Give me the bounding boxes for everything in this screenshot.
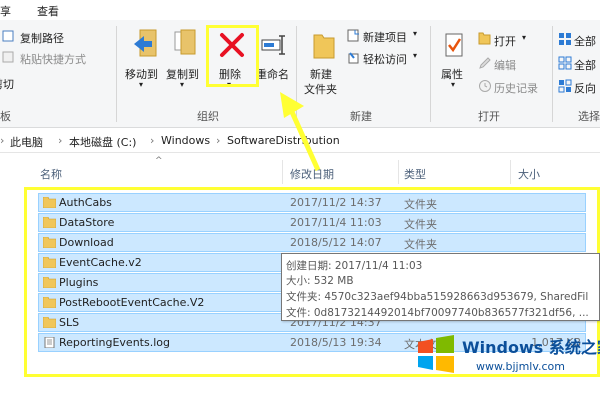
windows-logo-icon [418,335,454,373]
group-open-label: 打开 [478,110,500,123]
new-folder-icon [313,34,335,59]
column-header-name[interactable]: 名称 [40,166,62,182]
breadcrumb-item[interactable]: Windows [161,134,210,147]
new-item-label: 新建项目 [363,31,407,44]
tab-share[interactable]: 享 [0,3,11,19]
column-divider[interactable] [510,160,511,184]
tab-view[interactable]: 查看 [37,3,59,19]
rename-icon [261,35,285,55]
easy-access-label: 轻松访问 [363,53,407,66]
open-button[interactable]: 打开 ▾ [478,32,538,48]
menu-bar: 享 查看 [0,0,600,20]
watermark-url: www.bjjmlv.com [476,360,565,373]
properties-check-icon [445,33,463,57]
group-organize-label: 组织 [197,110,219,123]
chevron-down-icon: ▾ [180,80,185,89]
column-header-type[interactable]: 类型 [404,166,426,182]
chevron-right-icon: › [58,134,63,147]
history-label: 历史记录 [494,82,538,95]
easy-access-icon [348,52,359,64]
chevron-right-icon: › [216,134,221,147]
edit-label: 编辑 [494,59,516,72]
watermark: Windows 系统之家 www.bjjmlv.com [416,328,600,386]
new-item-icon [347,29,359,42]
folder-info-tooltip: 创建日期: 2017/11/4 11:03 大小: 532 MB 文件夹: 45… [281,253,600,321]
select-all-button[interactable]: 全部 [558,32,600,48]
history-icon [479,80,491,92]
cut-button[interactable]: 剪切 [0,76,14,92]
annotation-arrow-icon [280,92,321,172]
cut-label: 剪切 [0,78,14,91]
invert-selection-button[interactable]: 反向 [558,79,600,95]
group-select-label: 选择 [578,110,600,123]
group-new-label: 新建 [350,110,372,123]
chevron-down-icon: ▾ [139,80,144,89]
select-none-button[interactable]: 全部 [558,56,600,72]
paste-shortcut-button[interactable]: 粘贴快捷方式 [20,51,86,67]
open-icon [478,32,491,45]
rename-label: 重命名 [256,68,289,81]
tooltip-size: 大小: 532 MB [286,275,354,287]
breadcrumb-item[interactable]: 本地磁盘 (C:) [69,134,136,150]
paste-shortcut-icon [2,51,16,66]
copy-to-icon [174,29,196,55]
chevron-down-icon: ▾ [413,51,418,60]
history-button[interactable]: 历史记录 [478,79,548,95]
edit-icon [479,57,491,69]
ribbon-separator [430,26,431,122]
chevron-down-icon: ▾ [413,29,418,38]
copy-path-button[interactable]: 复制路径 [20,30,64,46]
select-none-label: 全部 [574,59,596,72]
copy-to-button[interactable]: 复制到 ▾ [163,28,203,98]
sort-ascending-icon: ^ [155,156,163,166]
group-clipboard-label: 板 [0,110,11,123]
invert-selection-label: 反向 [574,82,596,95]
delete-highlight-box [206,25,259,87]
select-all-icon [559,33,571,45]
ribbon-separator [552,26,553,122]
tooltip-created: 创建日期: 2017/11/4 11:03 [286,260,423,272]
chevron-down-icon: ▾ [522,33,527,42]
column-header-size[interactable]: 大小 [518,166,540,182]
column-divider[interactable] [398,160,399,184]
select-all-label: 全部 [574,35,596,48]
chevron-right-icon: › [0,134,5,147]
chevron-right-icon: › [150,134,155,147]
edit-button[interactable]: 编辑 [478,56,538,72]
tooltip-files: 文件: 0d8173214492014bf70097740b836577f321… [286,307,589,319]
properties-button[interactable]: 属性 ▾ [438,28,474,98]
invert-selection-icon [558,79,572,93]
move-to-button[interactable]: 移动到 ▾ [124,28,164,98]
breadcrumb-item[interactable]: 此电脑 [10,134,43,150]
watermark-title: Windows 系统之家 [462,338,600,357]
ribbon-separator [116,26,117,122]
select-none-icon [558,56,572,70]
new-item-button[interactable]: 新建项目 ▾ [347,28,417,44]
copy-path-icon [2,30,16,45]
tooltip-folders: 文件夹: 4570c323aef94bba515928663d953679, S… [286,291,589,303]
open-label: 打开 [494,35,516,48]
easy-access-button[interactable]: 轻松访问 ▾ [347,50,417,66]
move-to-icon [134,29,157,57]
new-folder-label-line1: 新建 [310,68,332,81]
chevron-down-icon: ▾ [451,80,456,89]
